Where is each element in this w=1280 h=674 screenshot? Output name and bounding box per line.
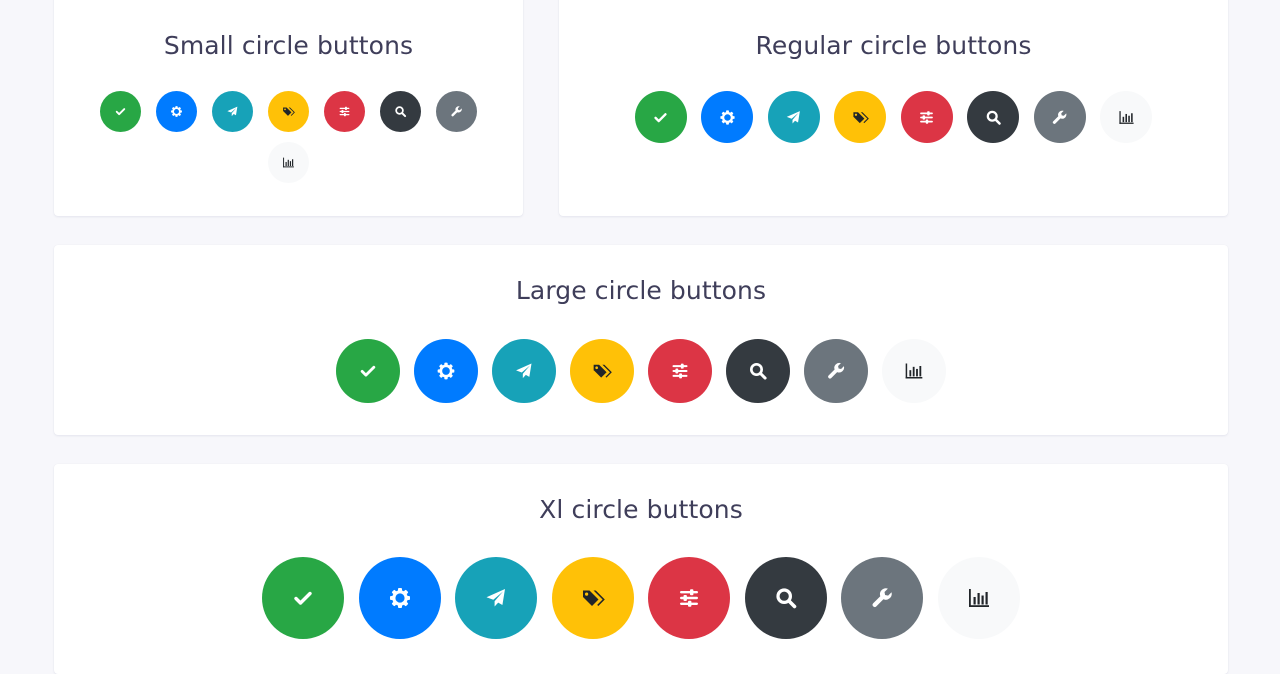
card-title: Xl circle buttons [539, 495, 743, 524]
warning-large-circle-button[interactable] [570, 339, 634, 403]
light-large-circle-button[interactable] [882, 339, 946, 403]
warning-regular-circle-button[interactable] [834, 91, 887, 143]
tags-icon [282, 105, 295, 118]
sliders-icon [918, 109, 935, 126]
large-circle-buttons-card: Large circle buttons [54, 245, 1228, 435]
button-row [54, 557, 1228, 639]
paper-plane-icon [785, 109, 802, 126]
button-row [54, 339, 1228, 403]
secondary-small-circle-button[interactable] [436, 91, 477, 132]
danger-regular-circle-button[interactable] [900, 91, 953, 143]
light-small-circle-button[interactable] [268, 142, 309, 183]
bar-chart-icon [967, 586, 991, 610]
gear-icon [436, 361, 456, 381]
primary-regular-circle-button[interactable] [701, 91, 754, 143]
gear-icon [719, 109, 736, 126]
primary-small-circle-button[interactable] [156, 91, 197, 132]
search-icon [985, 109, 1002, 126]
tags-icon [592, 361, 612, 381]
warning-xl-circle-button[interactable] [551, 557, 634, 639]
dark-large-circle-button[interactable] [726, 339, 790, 403]
info-regular-circle-button[interactable] [767, 91, 820, 143]
gear-icon [388, 586, 412, 610]
search-icon [748, 361, 768, 381]
small-circle-buttons-card: Small circle buttons [54, 0, 523, 216]
check-icon [114, 105, 127, 118]
check-icon [652, 109, 669, 126]
sliders-icon [677, 586, 701, 610]
check-icon [358, 361, 378, 381]
card-title: Regular circle buttons [755, 31, 1032, 60]
sliders-icon [670, 361, 690, 381]
secondary-xl-circle-button[interactable] [841, 557, 924, 639]
primary-large-circle-button[interactable] [414, 339, 478, 403]
bar-chart-icon [904, 361, 924, 381]
success-regular-circle-button[interactable] [634, 91, 687, 143]
search-icon [774, 586, 798, 610]
paper-plane-icon [226, 105, 239, 118]
warning-small-circle-button[interactable] [268, 91, 309, 132]
dark-xl-circle-button[interactable] [744, 557, 827, 639]
paper-plane-icon [484, 586, 508, 610]
button-row [559, 91, 1228, 143]
dark-regular-circle-button[interactable] [967, 91, 1020, 143]
wrench-icon [826, 361, 846, 381]
check-icon [291, 586, 315, 610]
dark-small-circle-button[interactable] [380, 91, 421, 132]
info-large-circle-button[interactable] [492, 339, 556, 403]
wrench-icon [870, 586, 894, 610]
success-xl-circle-button[interactable] [262, 557, 345, 639]
info-xl-circle-button[interactable] [455, 557, 538, 639]
danger-small-circle-button[interactable] [324, 91, 365, 132]
search-icon [394, 105, 407, 118]
bar-chart-icon [282, 156, 295, 169]
sliders-icon [338, 105, 351, 118]
wrench-icon [450, 105, 463, 118]
bar-chart-icon [1118, 109, 1135, 126]
wrench-icon [1051, 109, 1068, 126]
danger-large-circle-button[interactable] [648, 339, 712, 403]
button-row [95, 91, 483, 183]
light-xl-circle-button[interactable] [937, 557, 1020, 639]
light-regular-circle-button[interactable] [1100, 91, 1153, 143]
success-large-circle-button[interactable] [336, 339, 400, 403]
regular-circle-buttons-card: Regular circle buttons [559, 0, 1228, 216]
info-small-circle-button[interactable] [212, 91, 253, 132]
success-small-circle-button[interactable] [100, 91, 141, 132]
secondary-regular-circle-button[interactable] [1033, 91, 1086, 143]
secondary-large-circle-button[interactable] [804, 339, 868, 403]
tags-icon [581, 586, 605, 610]
paper-plane-icon [514, 361, 534, 381]
card-title: Small circle buttons [163, 31, 414, 60]
xl-circle-buttons-card: Xl circle buttons [54, 464, 1228, 674]
gear-icon [170, 105, 183, 118]
primary-xl-circle-button[interactable] [358, 557, 441, 639]
card-title: Large circle buttons [515, 276, 767, 305]
danger-xl-circle-button[interactable] [648, 557, 731, 639]
tags-icon [852, 109, 869, 126]
